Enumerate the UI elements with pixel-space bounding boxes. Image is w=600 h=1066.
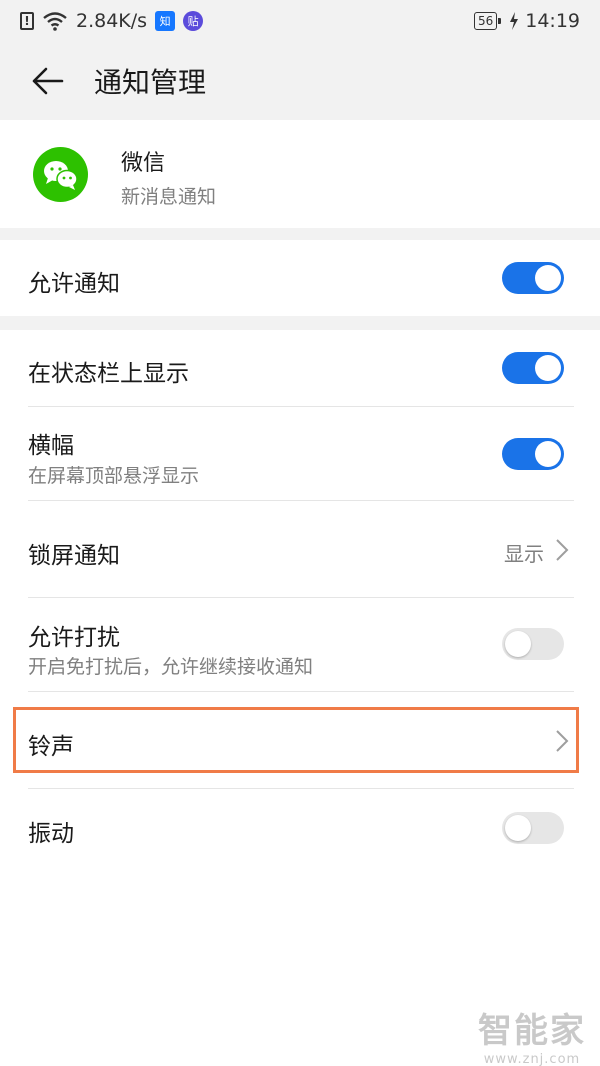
watermark-url: www.znj.com [483, 1052, 581, 1066]
allow-dnd-description: 开启免打扰后，允许继续接收通知 [28, 656, 314, 678]
banner-label: 横幅 [28, 433, 74, 459]
watermark-logo: 智能家 [478, 1011, 586, 1051]
sim-alert-icon: ! [20, 12, 34, 30]
toggle-knob [505, 815, 531, 841]
vibration-row[interactable]: 振动 [0, 789, 600, 867]
battery-icon: 56 [473, 12, 502, 30]
tieba-icon: 贴 [183, 11, 204, 31]
toggle-knob [535, 355, 561, 381]
zhihu-icon: 知 [155, 11, 176, 31]
toggle-knob [535, 441, 561, 467]
allow-notifications-toggle[interactable] [502, 262, 564, 294]
allow-notifications-label: 允许通知 [28, 271, 120, 297]
page-title: 通知管理 [94, 66, 207, 99]
back-arrow-icon [32, 67, 64, 95]
lock-screen-value: 显示 [504, 542, 544, 566]
status-bar: ! 2.84K/s 知 贴 56 14:19 [0, 0, 600, 42]
toggle-knob [505, 631, 531, 657]
clock: 14:19 [525, 10, 580, 32]
banner-description: 在屏幕顶部悬浮显示 [28, 465, 200, 487]
section-separator [0, 316, 600, 330]
vibration-label: 振动 [28, 821, 74, 847]
status-bar-display-toggle[interactable] [502, 352, 564, 384]
allow-dnd-toggle[interactable] [502, 628, 564, 660]
section-separator [0, 228, 600, 240]
wifi-icon [43, 12, 67, 31]
lock-screen-label: 锁屏通知 [28, 543, 120, 569]
app-bar: 通知管理 [0, 42, 600, 120]
chevron-right-icon [556, 539, 569, 561]
status-bar-display-label: 在状态栏上显示 [28, 361, 189, 387]
allow-notifications-row[interactable]: 允许通知 [0, 240, 600, 316]
allow-dnd-label: 允许打扰 [28, 625, 120, 651]
network-speed: 2.84K/s [76, 10, 148, 32]
toggle-knob [535, 265, 561, 291]
battery-level: 56 [477, 14, 494, 28]
vibration-toggle[interactable] [502, 812, 564, 844]
wechat-icon [33, 147, 88, 202]
status-bar-display-row[interactable]: 在状态栏上显示 [0, 330, 600, 406]
watermark: 智能家 www.znj.com [478, 1003, 586, 1066]
app-subtitle: 新消息通知 [121, 186, 217, 208]
ringtone-highlight-box [13, 707, 579, 773]
back-button[interactable] [0, 42, 94, 120]
charging-icon [510, 12, 519, 30]
banner-row[interactable]: 横幅 在屏幕顶部悬浮显示 [0, 407, 600, 500]
app-header [0, 120, 600, 228]
app-name: 微信 [121, 151, 166, 176]
allow-dnd-row[interactable]: 允许打扰 开启免打扰后，允许继续接收通知 [0, 598, 600, 691]
lock-screen-row[interactable]: 锁屏通知 显示 [0, 501, 600, 597]
banner-toggle[interactable] [502, 438, 564, 470]
